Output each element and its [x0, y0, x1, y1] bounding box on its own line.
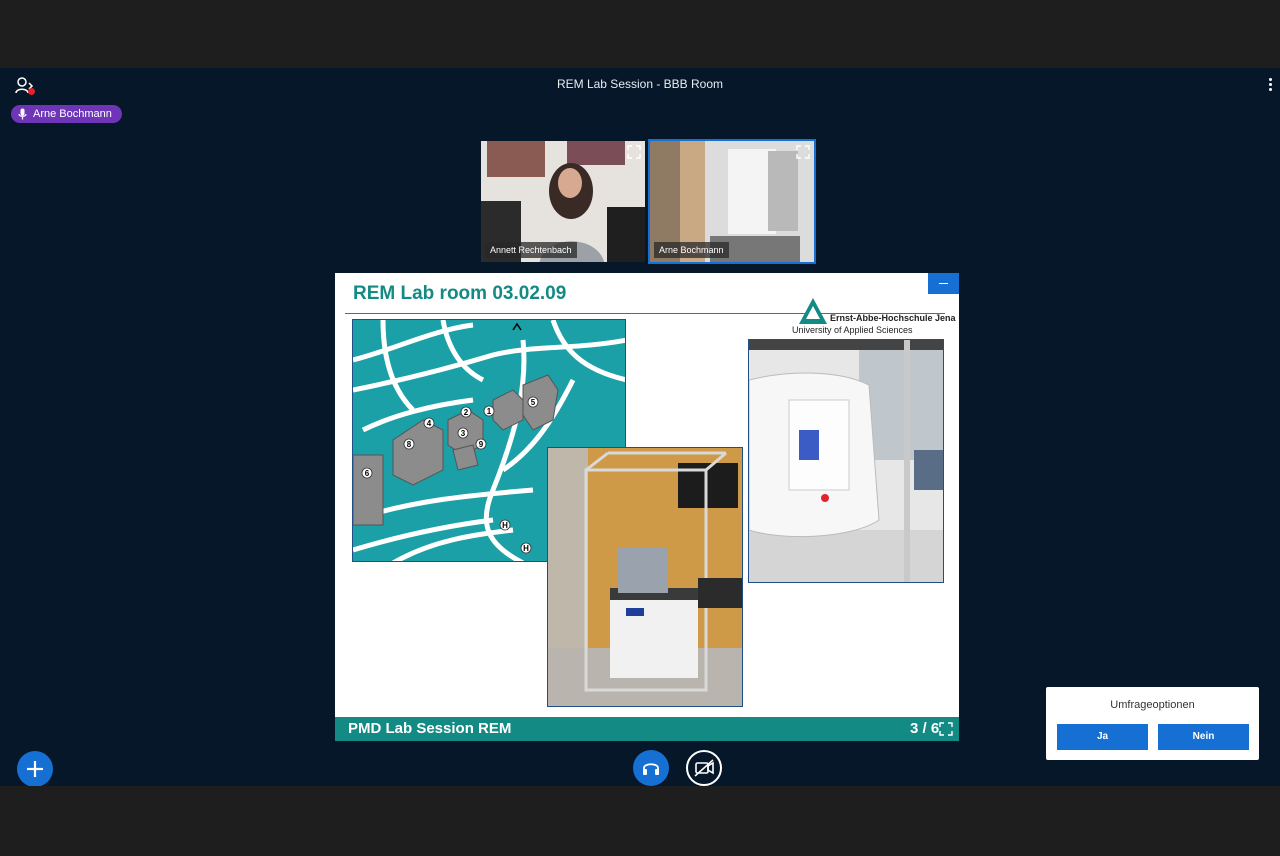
logo-triangle-icon: [799, 298, 827, 324]
svg-text:5: 5: [531, 398, 536, 407]
poll-option-no-button[interactable]: Nein: [1158, 724, 1249, 750]
svg-text:6: 6: [365, 469, 370, 478]
presentation-slide: REM Lab room 03.02.09 Ernst-Abbe-Hochsch…: [335, 273, 959, 741]
audio-button[interactable]: [633, 750, 669, 786]
slide-title: REM Lab room 03.02.09: [353, 283, 567, 304]
fullscreen-icon[interactable]: [796, 145, 810, 159]
headphones-icon: [643, 763, 659, 775]
letterbox-bottom: [0, 786, 1280, 856]
presentation-fullscreen-icon[interactable]: [939, 722, 953, 736]
bbb-meeting-window: REM Lab Session - BBB Room Arne Bochmann…: [0, 68, 1280, 787]
logo-line1: Ernst-Abbe-Hochschule Jena: [830, 313, 956, 323]
slide-page-number: 3 / 6: [910, 720, 940, 737]
actions-menu-button[interactable]: [17, 751, 53, 787]
svg-text:4: 4: [427, 419, 432, 428]
svg-text:2: 2: [464, 408, 469, 417]
participant-name-tag: Arne Bochmann: [654, 242, 729, 258]
sem-microscope-photo: [748, 339, 944, 583]
fullscreen-icon[interactable]: [627, 145, 641, 159]
talking-indicator[interactable]: Arne Bochmann: [11, 105, 122, 123]
lab-room-photo: [547, 447, 743, 707]
university-logo: Ernst-Abbe-Hochschule Jena University of…: [790, 293, 956, 337]
poll-option-yes-button[interactable]: Ja: [1057, 724, 1148, 750]
poll-options-panel: Umfrageoptionen Ja Nein: [1046, 687, 1259, 760]
talker-name: Arne Bochmann: [33, 108, 112, 120]
svg-text:H: H: [502, 521, 508, 530]
svg-text:9: 9: [479, 440, 484, 449]
minimize-icon: [939, 283, 948, 284]
svg-text:1: 1: [487, 407, 492, 416]
svg-text:3: 3: [461, 429, 466, 438]
webcam-video-tile[interactable]: Arne Bochmann: [648, 139, 816, 264]
options-menu-button[interactable]: [1262, 76, 1278, 96]
poll-title: Umfrageoptionen: [1110, 699, 1195, 711]
slide-footer: PMD Lab Session REM 3 / 6: [335, 717, 959, 741]
plus-icon: [27, 761, 43, 777]
logo-line2: University of Applied Sciences: [792, 325, 913, 335]
webcam-video-tile[interactable]: Annett Rechtenbach: [479, 139, 647, 264]
svg-text:8: 8: [407, 440, 412, 449]
webcam-toggle-button[interactable]: [686, 750, 722, 786]
participant-name-tag: Annett Rechtenbach: [485, 242, 577, 258]
minimize-presentation-button[interactable]: [928, 273, 959, 294]
slide-footer-title: PMD Lab Session REM: [348, 720, 512, 737]
microphone-icon: [18, 108, 27, 120]
video-off-icon: [694, 759, 714, 777]
meeting-title: REM Lab Session - BBB Room: [556, 77, 724, 91]
letterbox-top: [0, 0, 1280, 68]
svg-text:H: H: [523, 544, 529, 553]
